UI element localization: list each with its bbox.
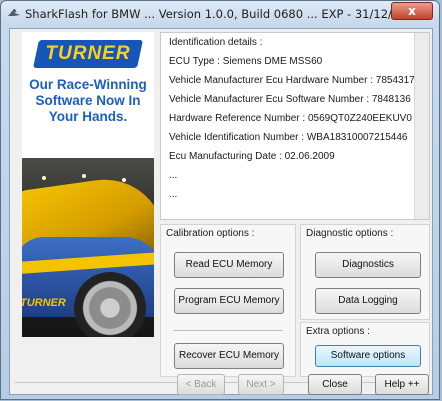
calibration-options-label: Calibration options : [166, 228, 255, 239]
ident-line: Ecu Manufacturing Date : 02.06.2009 [169, 151, 335, 162]
ident-line: Hardware Reference Number : 0569QT0Z240E… [169, 113, 412, 124]
app-window: SharkFlash for BMW ... Version 1.0.0, Bu… [0, 0, 440, 400]
close-button[interactable]: Close [308, 374, 362, 395]
turner-banner: TURNER Our Race-Winning Software Now In … [22, 32, 154, 337]
close-window-button[interactable]: x [391, 2, 433, 20]
extra-options-panel: Extra options : Software options [300, 322, 430, 377]
calibration-divider [173, 330, 283, 331]
next-button[interactable]: Next > [238, 374, 284, 395]
identification-panel: Identification details : ECU Type : Siem… [160, 32, 430, 220]
ident-line: ... [169, 189, 178, 200]
diagnostic-options-label: Diagnostic options : [306, 228, 394, 239]
back-button[interactable]: < Back [177, 374, 225, 395]
read-ecu-memory-button[interactable]: Read ECU Memory [174, 252, 284, 278]
main-content: TURNER Our Race-Winning Software Now In … [9, 28, 433, 395]
ident-line: Vehicle Identification Number : WBA18310… [169, 132, 408, 143]
identification-scrollbar[interactable] [414, 33, 429, 219]
ident-line: Vehicle Manufacturer Ecu Hardware Number… [169, 75, 415, 86]
banner-tagline: Our Race-Winning Software Now In Your Ha… [29, 77, 147, 124]
diagnostic-options-panel: Diagnostic options : Diagnostics Data Lo… [300, 224, 430, 320]
calibration-options-panel: Calibration options : Read ECU Memory Pr… [160, 224, 296, 377]
recover-ecu-memory-button[interactable]: Recover ECU Memory [174, 343, 284, 369]
extra-options-label: Extra options : [306, 326, 370, 337]
diagnostics-button[interactable]: Diagnostics [315, 252, 421, 278]
ident-line: ... [169, 170, 178, 181]
race-car-wheel [74, 272, 146, 337]
turner-logo-text: TURNER [45, 43, 131, 64]
data-logging-button[interactable]: Data Logging [315, 288, 421, 314]
ident-line: Vehicle Manufacturer Ecu Software Number… [169, 94, 411, 105]
program-ecu-memory-button[interactable]: Program ECU Memory [174, 288, 284, 314]
title-bar[interactable]: SharkFlash for BMW ... Version 1.0.0, Bu… [1, 1, 439, 27]
identification-header: Identification details : [169, 37, 263, 48]
ident-line: ECU Type : Siemens DME MSS60 [169, 56, 323, 67]
window-title: SharkFlash for BMW ... Version 1.0.0, Bu… [25, 7, 422, 21]
help-button[interactable]: Help ++ [375, 374, 429, 395]
software-options-button[interactable]: Software options [315, 345, 421, 367]
car-sticker-text: TURNER [22, 297, 66, 309]
turner-logo: TURNER [33, 40, 143, 68]
shark-app-icon [8, 8, 20, 16]
